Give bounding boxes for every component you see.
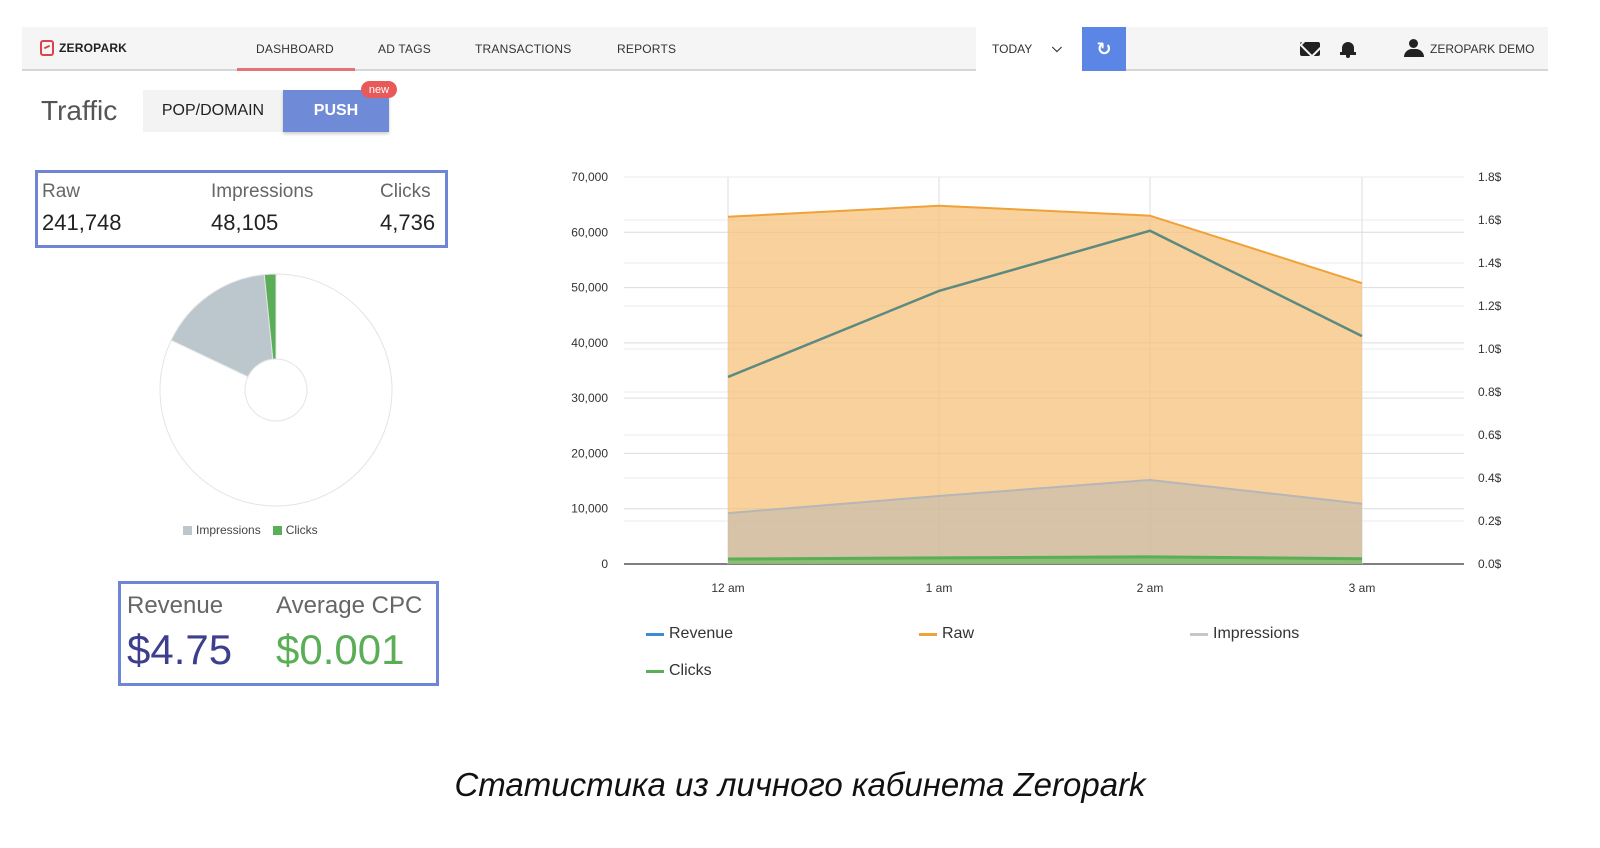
refresh-button[interactable]: ↻ [1082,27,1126,71]
y2-tick-label: 1.6$ [1478,213,1502,227]
line-clicks [727,555,1363,561]
bell-icon[interactable] [1340,40,1356,58]
y2-tick-label: 0.8$ [1478,385,1502,399]
y2-tick-label: 1.4$ [1478,256,1502,270]
cpc-label: Average CPC [276,592,423,619]
logo[interactable]: ZEROPARK [40,40,127,56]
revenue-label: Revenue [127,592,224,619]
new-badge: new [361,81,397,98]
impressions-value: 48,105 [211,210,279,235]
y-tick-label: 70,000 [571,170,608,184]
cpc-value: $0.001 [276,626,405,673]
y-tick-label: 60,000 [571,225,608,239]
y2-tick-label: 0.0$ [1478,557,1502,571]
y2-tick-label: 0.4$ [1478,471,1502,485]
logo-text: ZEROPARK [59,41,128,55]
pie-legend-impressions: Impressions [183,523,261,537]
y-tick-label: 30,000 [571,391,608,405]
traffic-stats-box: Raw 241,748 Impressions 48,105 Clicks 4,… [35,170,448,248]
legend-clicks[interactable]: Clicks [646,662,712,680]
nav-reports[interactable]: REPORTS [617,42,676,56]
clicks-value: 4,736 [380,210,436,235]
raw-value: 241,748 [42,210,122,235]
impressions-label: Impressions [211,181,314,202]
page-title: Traffic [41,95,118,126]
x-tick-label: 2 am [1137,581,1164,595]
traffic-area-chart: 0 10,000 20,000 30,000 40,000 50,000 60,000 70,… [571,170,1502,595]
clicks-label: Clicks [380,181,431,202]
x-tick-label: 3 am [1349,581,1376,595]
y-tick-label: 20,000 [571,446,608,460]
nav-active-indicator [237,68,355,71]
chevron-down-icon: ⌵ [1052,40,1062,55]
legend-revenue[interactable]: Revenue [646,625,733,643]
y2-tick-label: 1.8$ [1478,170,1502,184]
x-tick-label: 12 am [711,581,744,595]
y-tick-label: 10,000 [571,502,608,516]
legend-raw[interactable]: Raw [919,625,974,643]
revenue-value: $4.75 [127,626,233,673]
y-tick-label: 40,000 [571,336,608,350]
legend-impressions[interactable]: Impressions [1190,625,1299,643]
date-range-value: TODAY [992,42,1033,56]
y-tick-label: 0 [601,557,608,571]
raw-label: Raw [42,181,81,202]
y2-tick-label: 1.0$ [1478,342,1502,356]
user-icon[interactable] [1404,39,1424,57]
mail-icon[interactable] [1300,42,1320,56]
nav-transactions[interactable]: TRANSACTIONS [475,42,571,56]
nav-dashboard[interactable]: DASHBOARD [256,42,334,56]
traffic-pie-chart [159,273,393,507]
y2-tick-label: 0.2$ [1478,514,1502,528]
pie-legend: Impressions Clicks [183,523,318,537]
y2-tick-label: 1.2$ [1478,299,1502,313]
y2-tick-label: 0.6$ [1478,428,1502,442]
user-menu[interactable]: ZEROPARK DEMO [1430,42,1534,56]
top-navbar: ZEROPARK DASHBOARD AD TAGS TRANSACTIONS … [22,27,1548,71]
y-tick-label: 50,000 [571,281,608,295]
zeropark-logo-icon [40,40,54,56]
revenue-box: Revenue $4.75 Average CPC $0.001 [118,581,439,686]
refresh-icon: ↻ [1096,38,1112,59]
pie-legend-clicks: Clicks [272,523,318,537]
tab-pop-domain[interactable]: POP/DOMAIN [143,90,283,132]
x-tick-label: 1 am [926,581,953,595]
nav-ad-tags[interactable]: AD TAGS [378,42,431,56]
date-range-select[interactable]: TODAY ⌵ [976,27,1082,71]
caption: Статистика из личного кабинета Zeropark [454,766,1146,803]
